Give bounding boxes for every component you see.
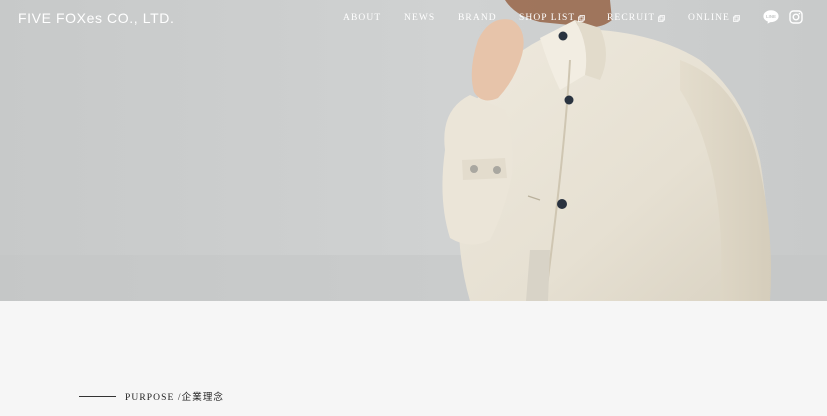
nav-label: BRAND: [458, 13, 497, 23]
nav-label: NEWS: [404, 13, 436, 23]
heading-rule: [79, 395, 116, 397]
nav-item-news[interactable]: NEWS: [404, 13, 435, 23]
hero-image: FIVE FOXes CO., LTD. ABOUT NEWS BRAND SH…: [0, 0, 827, 301]
nav-label: ONLINE: [688, 13, 730, 23]
nav-item-recruit[interactable]: RECRUIT: [607, 13, 666, 23]
nav-label: RECRUIT: [607, 13, 656, 23]
model-in-cream-coat-photo: [0, 0, 827, 301]
nav-item-brand[interactable]: BRAND: [458, 13, 497, 23]
line-link[interactable]: LINE: [763, 10, 779, 24]
nav-item-online[interactable]: ONLINE: [688, 13, 740, 23]
external-link-icon: [733, 14, 740, 22]
instagram-icon: [789, 10, 803, 24]
line-icon: LINE: [763, 10, 779, 24]
site-logo[interactable]: FIVE FOXes CO., LTD.: [18, 10, 174, 26]
nav-label: ABOUT: [343, 13, 382, 23]
external-link-icon: [658, 14, 666, 22]
instagram-link[interactable]: [789, 10, 803, 24]
svg-text:LINE: LINE: [766, 14, 776, 19]
page: FIVE FOXes CO., LTD. ABOUT NEWS BRAND SH…: [0, 0, 827, 416]
nav-item-about[interactable]: ABOUT: [343, 13, 381, 23]
nav-label: SHOP LIST: [519, 13, 576, 23]
nav-item-shop-list[interactable]: SHOP LIST: [519, 13, 586, 23]
external-link-icon: [578, 14, 586, 22]
purpose-label: PURPOSE /企業理念: [125, 393, 225, 403]
purpose-heading: PURPOSE /企業理念: [79, 389, 224, 403]
